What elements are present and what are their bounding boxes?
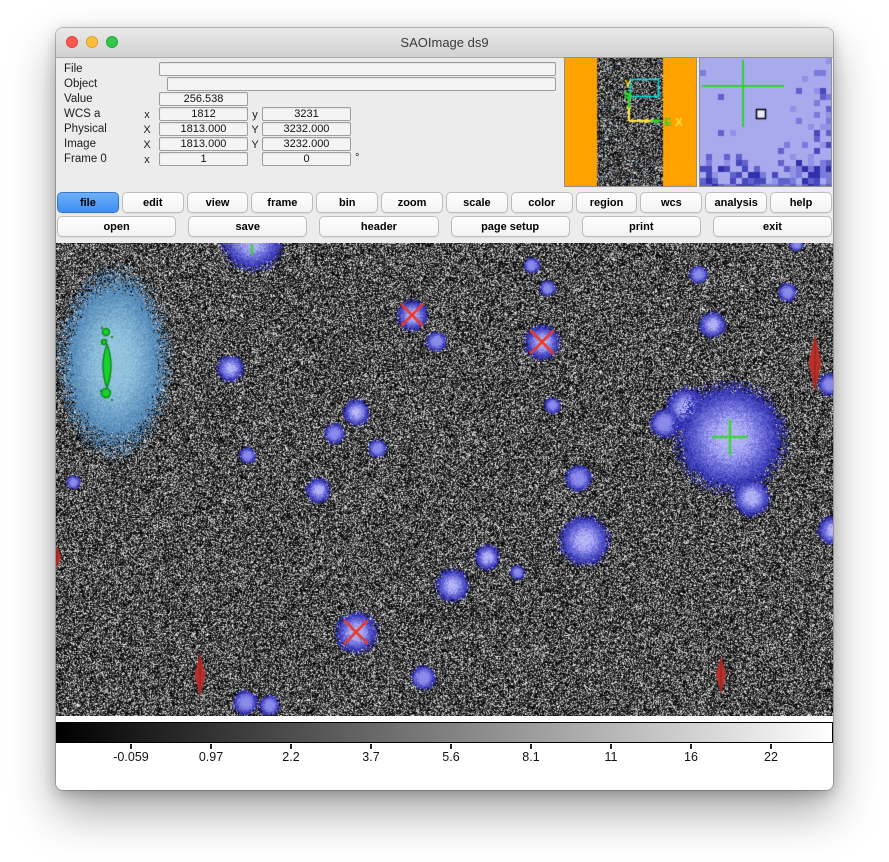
physical-y-axis-label: Y [248, 124, 262, 136]
info-row-value: Value 256.538 [56, 92, 561, 106]
app-window: SAOImage ds9 File Object Value 256.538 W… [56, 28, 833, 790]
file-label: File [64, 63, 83, 75]
physical-x-axis-label: X [140, 124, 154, 136]
button-save[interactable]: save [188, 216, 307, 237]
colorbar-tick-mark [690, 744, 692, 749]
image-x-axis-label: X [140, 139, 154, 151]
menu-analysis-button[interactable]: analysis [705, 192, 767, 213]
magnifier [699, 57, 832, 187]
colorbar-tick-mark [370, 744, 372, 749]
info-row-wcs: WCS a x 1812 y 3231 [56, 107, 561, 121]
magnifier-canvas [700, 58, 831, 186]
zoom-window-button[interactable] [106, 36, 118, 48]
colorbar-tick-mark [290, 744, 292, 749]
value-field[interactable]: 256.538 [159, 92, 248, 106]
image-x-field[interactable]: 1813.000 [159, 137, 248, 151]
menu-frame-button[interactable]: frame [251, 192, 313, 213]
info-row-image: Image X 1813.000 Y 3232.000 [56, 137, 561, 151]
info-row-physical: Physical X 1813.000 Y 3232.000 [56, 122, 561, 136]
menu-wcs-button[interactable]: wcs [640, 192, 702, 213]
menu-edit-button[interactable]: edit [122, 192, 184, 213]
physical-x-field[interactable]: 1813.000 [159, 122, 248, 136]
menu-file-button[interactable]: file [57, 192, 119, 213]
info-panel: File Object Value 256.538 WCS a x 1812 y… [56, 57, 833, 192]
colorbar-tick-mark [130, 744, 132, 749]
minimize-button[interactable] [86, 36, 98, 48]
colorbar-tick-label: 22 [764, 750, 778, 764]
button-page-setup[interactable]: page setup [451, 216, 570, 237]
info-row-object: Object [56, 77, 561, 91]
wcs-x-field[interactable]: 1812 [159, 107, 248, 121]
colorbar-tick-label: 0.97 [199, 750, 223, 764]
window-title: SAOImage ds9 [400, 35, 488, 50]
menu-view-button[interactable]: view [187, 192, 249, 213]
menu-bin-button[interactable]: bin [316, 192, 378, 213]
degree-symbol: ° [355, 152, 359, 164]
wcs-label: WCS a [64, 108, 100, 120]
object-field[interactable] [167, 77, 556, 91]
colorbar-tick-label: 11 [605, 750, 618, 764]
button-open[interactable]: open [57, 216, 176, 237]
colorbar-tick-label: 5.6 [442, 750, 459, 764]
colorbar-tick-mark [210, 744, 212, 749]
colorbar-tick-mark [610, 744, 612, 749]
panner-canvas[interactable] [565, 58, 696, 186]
file-field[interactable] [159, 62, 556, 76]
panner[interactable] [564, 57, 697, 187]
title-bar: SAOImage ds9 [56, 28, 833, 58]
close-button[interactable] [66, 36, 78, 48]
button-print[interactable]: print [582, 216, 701, 237]
physical-label: Physical [64, 123, 107, 135]
colorbar-tick-mark [530, 744, 532, 749]
physical-y-field[interactable]: 3232.000 [262, 122, 351, 136]
value-label: Value [64, 93, 93, 105]
button-exit[interactable]: exit [713, 216, 832, 237]
object-label: Object [64, 78, 97, 90]
menu-zoom-button[interactable]: zoom [381, 192, 443, 213]
frame-label: Frame 0 [64, 153, 107, 165]
wcs-y-axis-label: y [248, 109, 262, 121]
colorbar-tick-label: 2.2 [282, 750, 299, 764]
colorbar-tick-label: -0.059 [113, 750, 148, 764]
info-row-file: File [56, 62, 561, 76]
frame-zoom-field[interactable]: 1 [159, 152, 248, 166]
colorbar-panel: -0.059 0.97 2.2 3.7 5.6 8.1 11 16 22 [56, 716, 833, 790]
colorbar-tick-mark [770, 744, 772, 749]
image-y-axis-label: Y [248, 139, 262, 151]
button-header[interactable]: header [319, 216, 438, 237]
wcs-x-axis-label: x [140, 109, 154, 121]
main-image-canvas[interactable] [56, 243, 833, 716]
info-row-frame: Frame 0 x 1 0 ° [56, 152, 561, 166]
colorbar-tick-label: 3.7 [362, 750, 379, 764]
traffic-lights [66, 36, 118, 48]
menu-row-1: fileeditviewframebinzoomscalecolorregion… [56, 192, 833, 213]
menu-row-2: open save header page setup print exit [56, 216, 833, 237]
wcs-y-field[interactable]: 3231 [262, 107, 351, 121]
menu-help-button[interactable]: help [770, 192, 832, 213]
menu-region-button[interactable]: region [576, 192, 638, 213]
menu-scale-button[interactable]: scale [446, 192, 508, 213]
menu-color-button[interactable]: color [511, 192, 573, 213]
frame-zoom-axis-label: x [140, 154, 154, 166]
image-label: Image [64, 138, 96, 150]
colorbar-tick-label: 8.1 [522, 750, 539, 764]
image-y-field[interactable]: 3232.000 [262, 137, 351, 151]
colorbar-tick-label: 16 [684, 750, 698, 764]
colorbar-tick-mark [450, 744, 452, 749]
colorbar-gradient[interactable] [56, 722, 833, 743]
frame-rotation-field[interactable]: 0 [262, 152, 351, 166]
